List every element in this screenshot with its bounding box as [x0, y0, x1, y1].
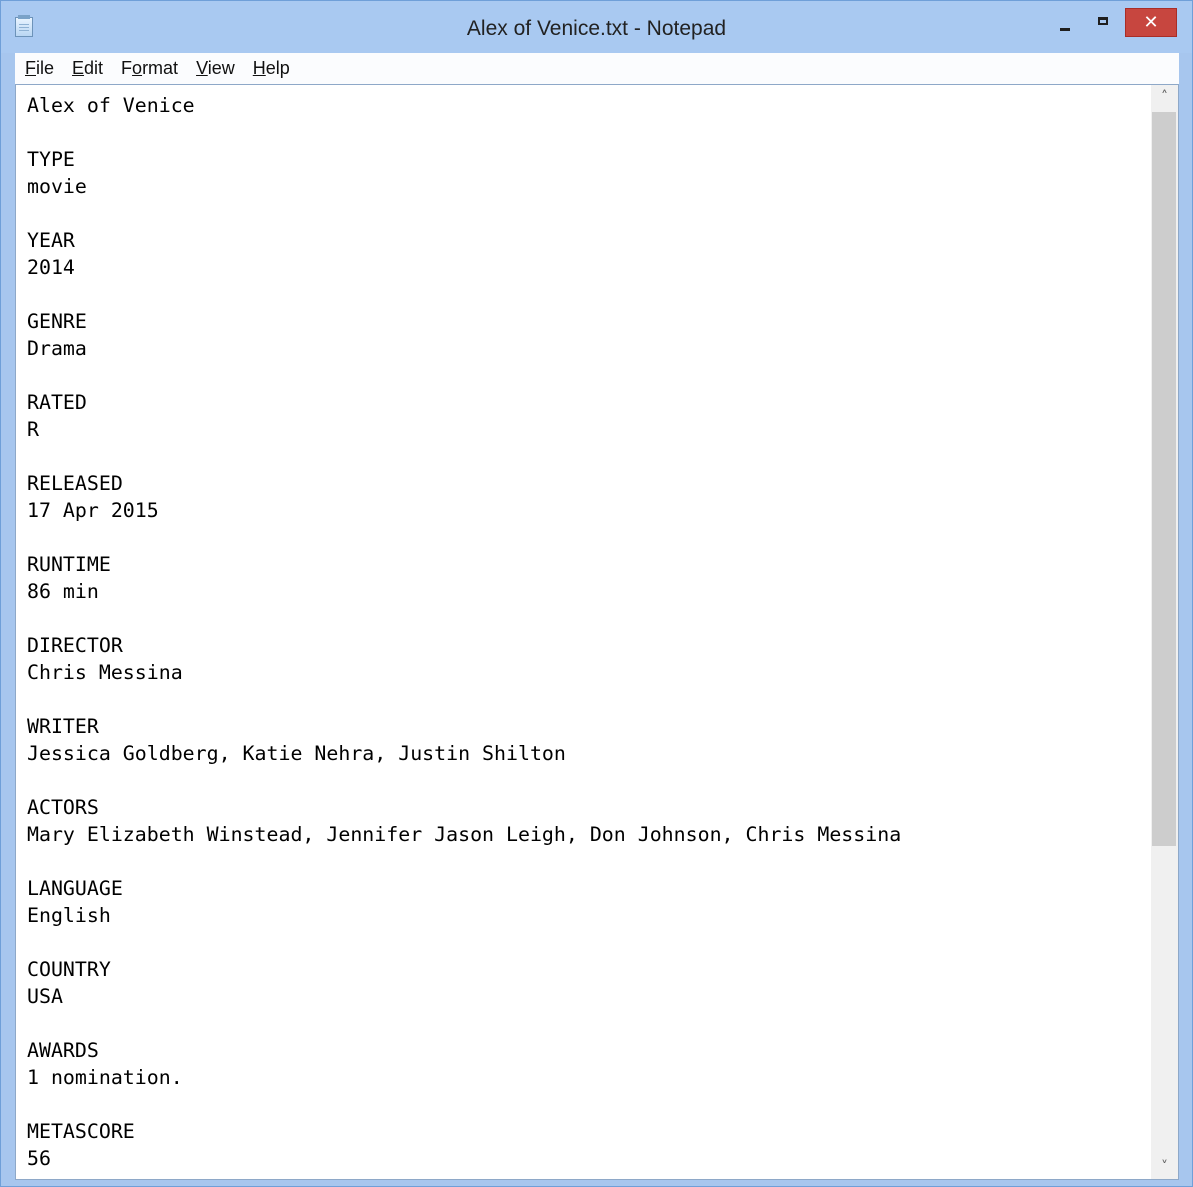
- minimize-icon: [1060, 27, 1070, 31]
- menu-edit[interactable]: Edit: [63, 53, 112, 84]
- chevron-down-icon: ˅: [1161, 1159, 1168, 1175]
- menu-help[interactable]: Help: [244, 53, 299, 84]
- close-icon: ✕: [1143, 12, 1159, 33]
- menu-format[interactable]: Format: [112, 53, 187, 84]
- close-button[interactable]: ✕: [1125, 8, 1177, 37]
- text-editor[interactable]: Alex of Venice TYPE movie YEAR 2014 GENR…: [15, 84, 1179, 1180]
- menu-file[interactable]: File: [15, 53, 63, 84]
- notepad-window: Alex of Venice.txt - Notepad ✕ File Edit…: [0, 0, 1193, 1187]
- menu-bar: File Edit Format View Help: [15, 53, 1179, 85]
- minimize-button[interactable]: [1051, 9, 1079, 39]
- maximize-button[interactable]: [1089, 9, 1117, 39]
- scroll-up-button[interactable]: ˄: [1151, 85, 1178, 109]
- scroll-thumb[interactable]: [1152, 112, 1176, 846]
- window-title: Alex of Venice.txt - Notepad: [466, 17, 727, 40]
- document-text[interactable]: Alex of Venice TYPE movie YEAR 2014 GENR…: [27, 92, 1157, 1177]
- menu-view[interactable]: View: [187, 53, 244, 84]
- title-bar[interactable]: Alex of Venice.txt - Notepad ✕: [1, 1, 1192, 53]
- scroll-down-button[interactable]: ˅: [1151, 1155, 1178, 1179]
- maximize-icon: [1098, 17, 1108, 25]
- chevron-up-icon: ˄: [1161, 89, 1168, 105]
- vertical-scrollbar[interactable]: ˄ ˅: [1151, 85, 1178, 1179]
